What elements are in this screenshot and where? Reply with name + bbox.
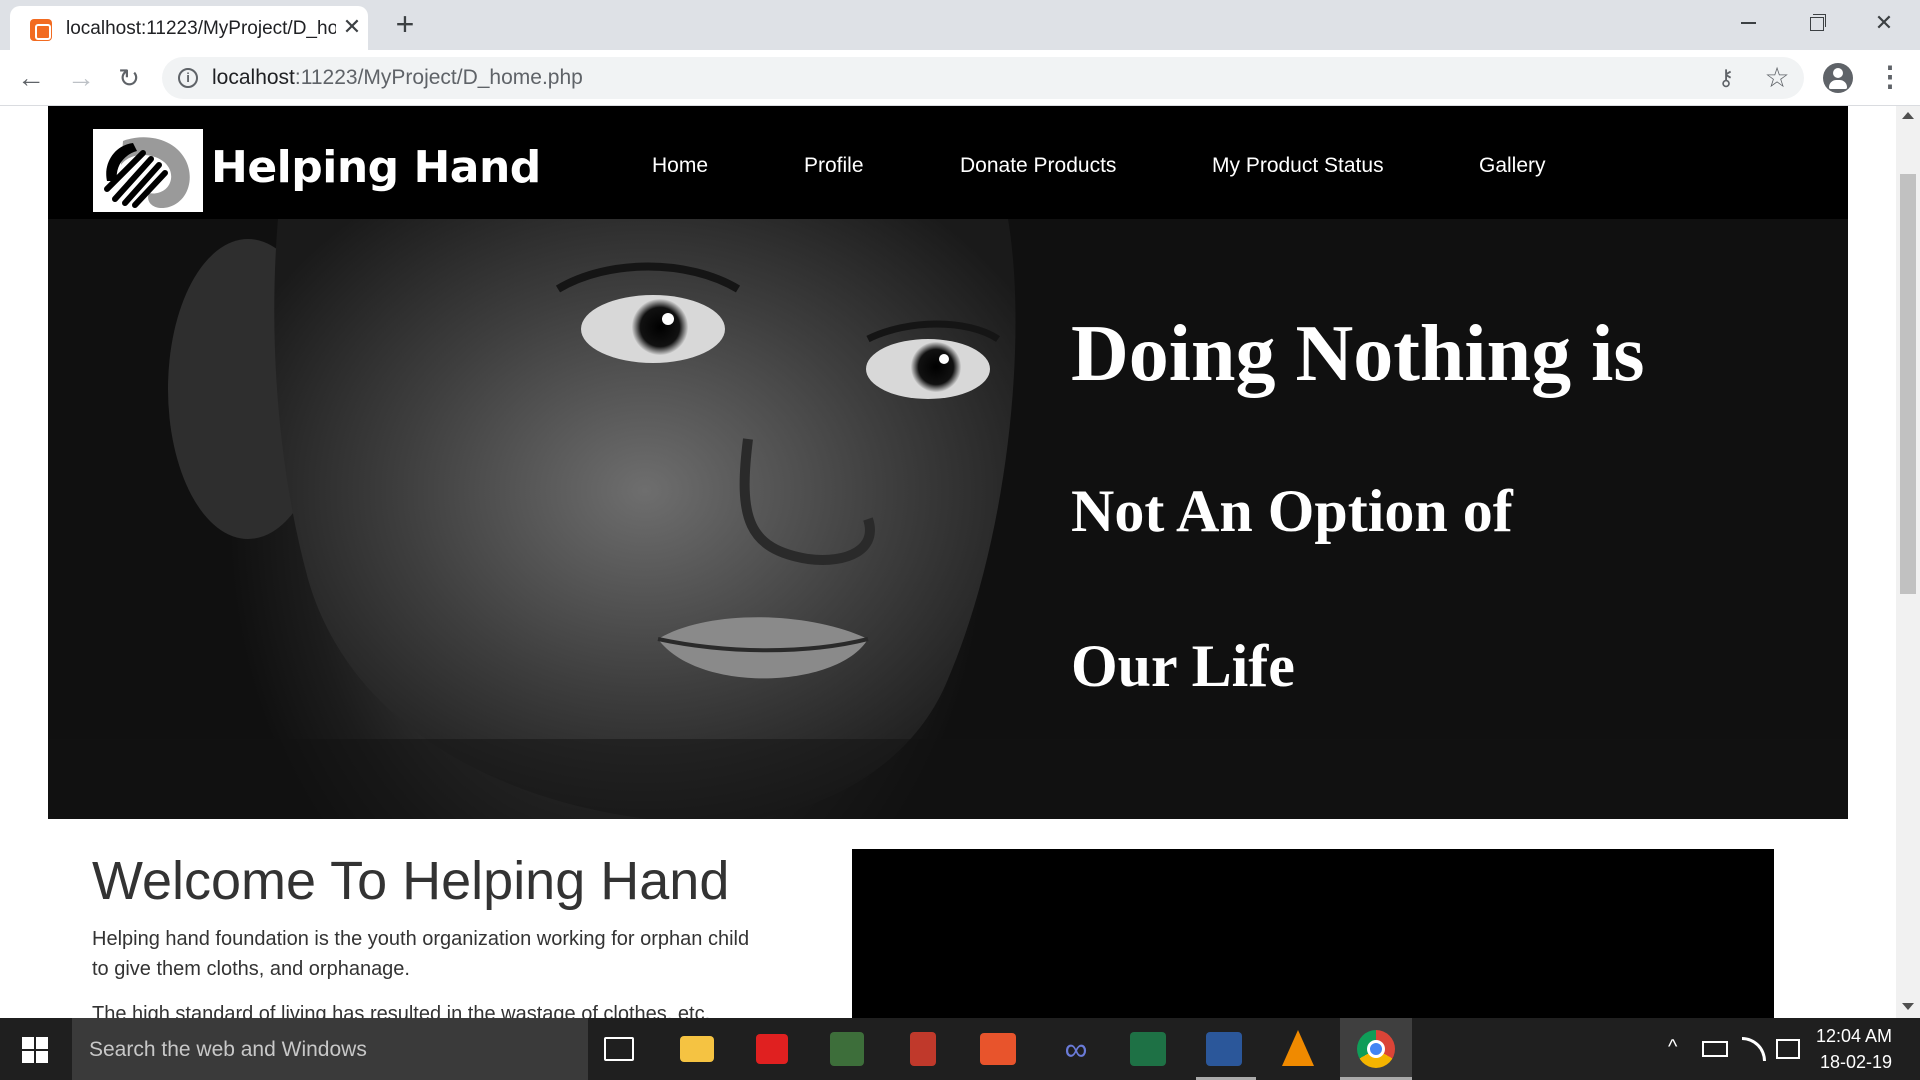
nav-profile-link[interactable]: Profile	[804, 154, 864, 178]
xampp-favicon-icon	[30, 19, 52, 41]
task-view-icon[interactable]	[604, 1037, 634, 1061]
vlc-icon[interactable]	[1282, 1030, 1314, 1066]
battery-icon[interactable]	[1702, 1041, 1728, 1057]
chrome-icon-center	[1367, 1040, 1385, 1058]
site-logo-text[interactable]: Helping Hand	[211, 142, 541, 193]
hero-heading-line-1: Doing Nothing is	[1071, 310, 1645, 398]
bookmark-star-icon[interactable]: ☆	[1762, 63, 1792, 93]
site-header: Helping Hand Home Profile Donate Product…	[48, 106, 1848, 219]
windows-start-button[interactable]	[0, 1018, 72, 1080]
notifications-icon[interactable]	[1776, 1039, 1800, 1059]
welcome-paragraph-2: The high standard of living has resulted…	[92, 1003, 711, 1018]
account-icon[interactable]	[1823, 63, 1853, 93]
close-window-button[interactable]: ✕	[1864, 8, 1904, 38]
url-text[interactable]: localhost:11223/MyProject/D_home.php	[212, 66, 583, 90]
browser-tab-strip: localhost:11223/MyProject/D_ho ✕ + ✕	[0, 0, 1920, 50]
new-tab-button[interactable]: +	[390, 8, 420, 40]
word-icon[interactable]	[1206, 1032, 1242, 1066]
windows-logo-icon	[22, 1037, 34, 1049]
page-scrollbar[interactable]	[1896, 106, 1920, 1018]
scroll-down-arrow-icon[interactable]	[1902, 1003, 1914, 1010]
windows-taskbar: Search the web and Windows ∞ ^ 12:04 AM …	[0, 1018, 1920, 1080]
infinity-app-icon[interactable]: ∞	[1056, 1029, 1096, 1069]
page-viewport: Helping Hand Home Profile Donate Product…	[0, 106, 1920, 1018]
browser-toolbar: ← → ↻ i localhost:11223/MyProject/D_home…	[0, 50, 1920, 106]
chrome-taskbar-button[interactable]	[1340, 1018, 1412, 1080]
video-player[interactable]	[852, 849, 1774, 1018]
hero-banner: Doing Nothing is Not An Option of Our Li…	[48, 219, 1848, 819]
back-button[interactable]: ←	[14, 62, 48, 96]
nav-home-link[interactable]: Home	[652, 154, 708, 178]
helping-hand-logo-icon[interactable]	[93, 129, 203, 212]
scroll-up-arrow-icon[interactable]	[1902, 112, 1914, 119]
tab-close-icon[interactable]: ✕	[340, 15, 364, 39]
wifi-icon[interactable]	[1742, 1037, 1766, 1061]
welcome-heading: Welcome To Helping Hand	[92, 851, 730, 911]
taskbar-search-box[interactable]: Search the web and Windows	[72, 1018, 588, 1080]
password-key-icon[interactable]: ⚷	[1718, 67, 1744, 89]
browser-tab-active[interactable]: localhost:11223/MyProject/D_ho ✕	[10, 6, 368, 50]
address-bar[interactable]: i localhost:11223/MyProject/D_home.php ⚷…	[162, 57, 1804, 99]
nav-my-product-status-link[interactable]: My Product Status	[1212, 154, 1384, 178]
presentation-app-icon[interactable]	[980, 1033, 1016, 1065]
file-explorer-icon[interactable]	[680, 1036, 714, 1062]
url-path: :11223/MyProject/D_home.php	[294, 66, 583, 89]
taskbar-search-placeholder: Search the web and Windows	[89, 1038, 367, 1061]
tab-title: localhost:11223/MyProject/D_ho	[66, 18, 336, 39]
taskbar-clock-date[interactable]: 18-02-19	[1812, 1052, 1892, 1073]
restore-window-button[interactable]	[1796, 8, 1836, 38]
taskbar-clock-time[interactable]: 12:04 AM	[1812, 1026, 1892, 1047]
excel-icon[interactable]	[1130, 1032, 1166, 1066]
url-host: localhost	[212, 66, 295, 89]
welcome-paragraph-1: Helping hand foundation is the youth org…	[92, 928, 750, 980]
scrollbar-thumb[interactable]	[1900, 174, 1916, 594]
windows-logo-icon	[36, 1037, 48, 1049]
reload-button[interactable]: ↻	[112, 62, 146, 96]
windows-logo-icon	[36, 1051, 48, 1063]
tray-overflow-chevron-icon[interactable]: ^	[1668, 1036, 1677, 1059]
hero-heading-line-2: Not An Option of	[1071, 478, 1513, 544]
nav-donate-products-link[interactable]: Donate Products	[960, 154, 1116, 178]
nav-gallery-link[interactable]: Gallery	[1479, 154, 1546, 178]
forward-button[interactable]: →	[64, 62, 98, 96]
minimize-window-button[interactable]	[1728, 8, 1768, 38]
hero-heading-line-3: Our Life	[1071, 633, 1295, 699]
reader-app-icon[interactable]	[756, 1034, 788, 1064]
red-app-icon[interactable]	[910, 1032, 936, 1066]
site-info-icon[interactable]: i	[178, 68, 198, 88]
snipping-tool-icon[interactable]	[830, 1032, 864, 1066]
windows-logo-icon	[22, 1051, 34, 1063]
browser-menu-icon[interactable]: ⋮	[1876, 62, 1904, 94]
